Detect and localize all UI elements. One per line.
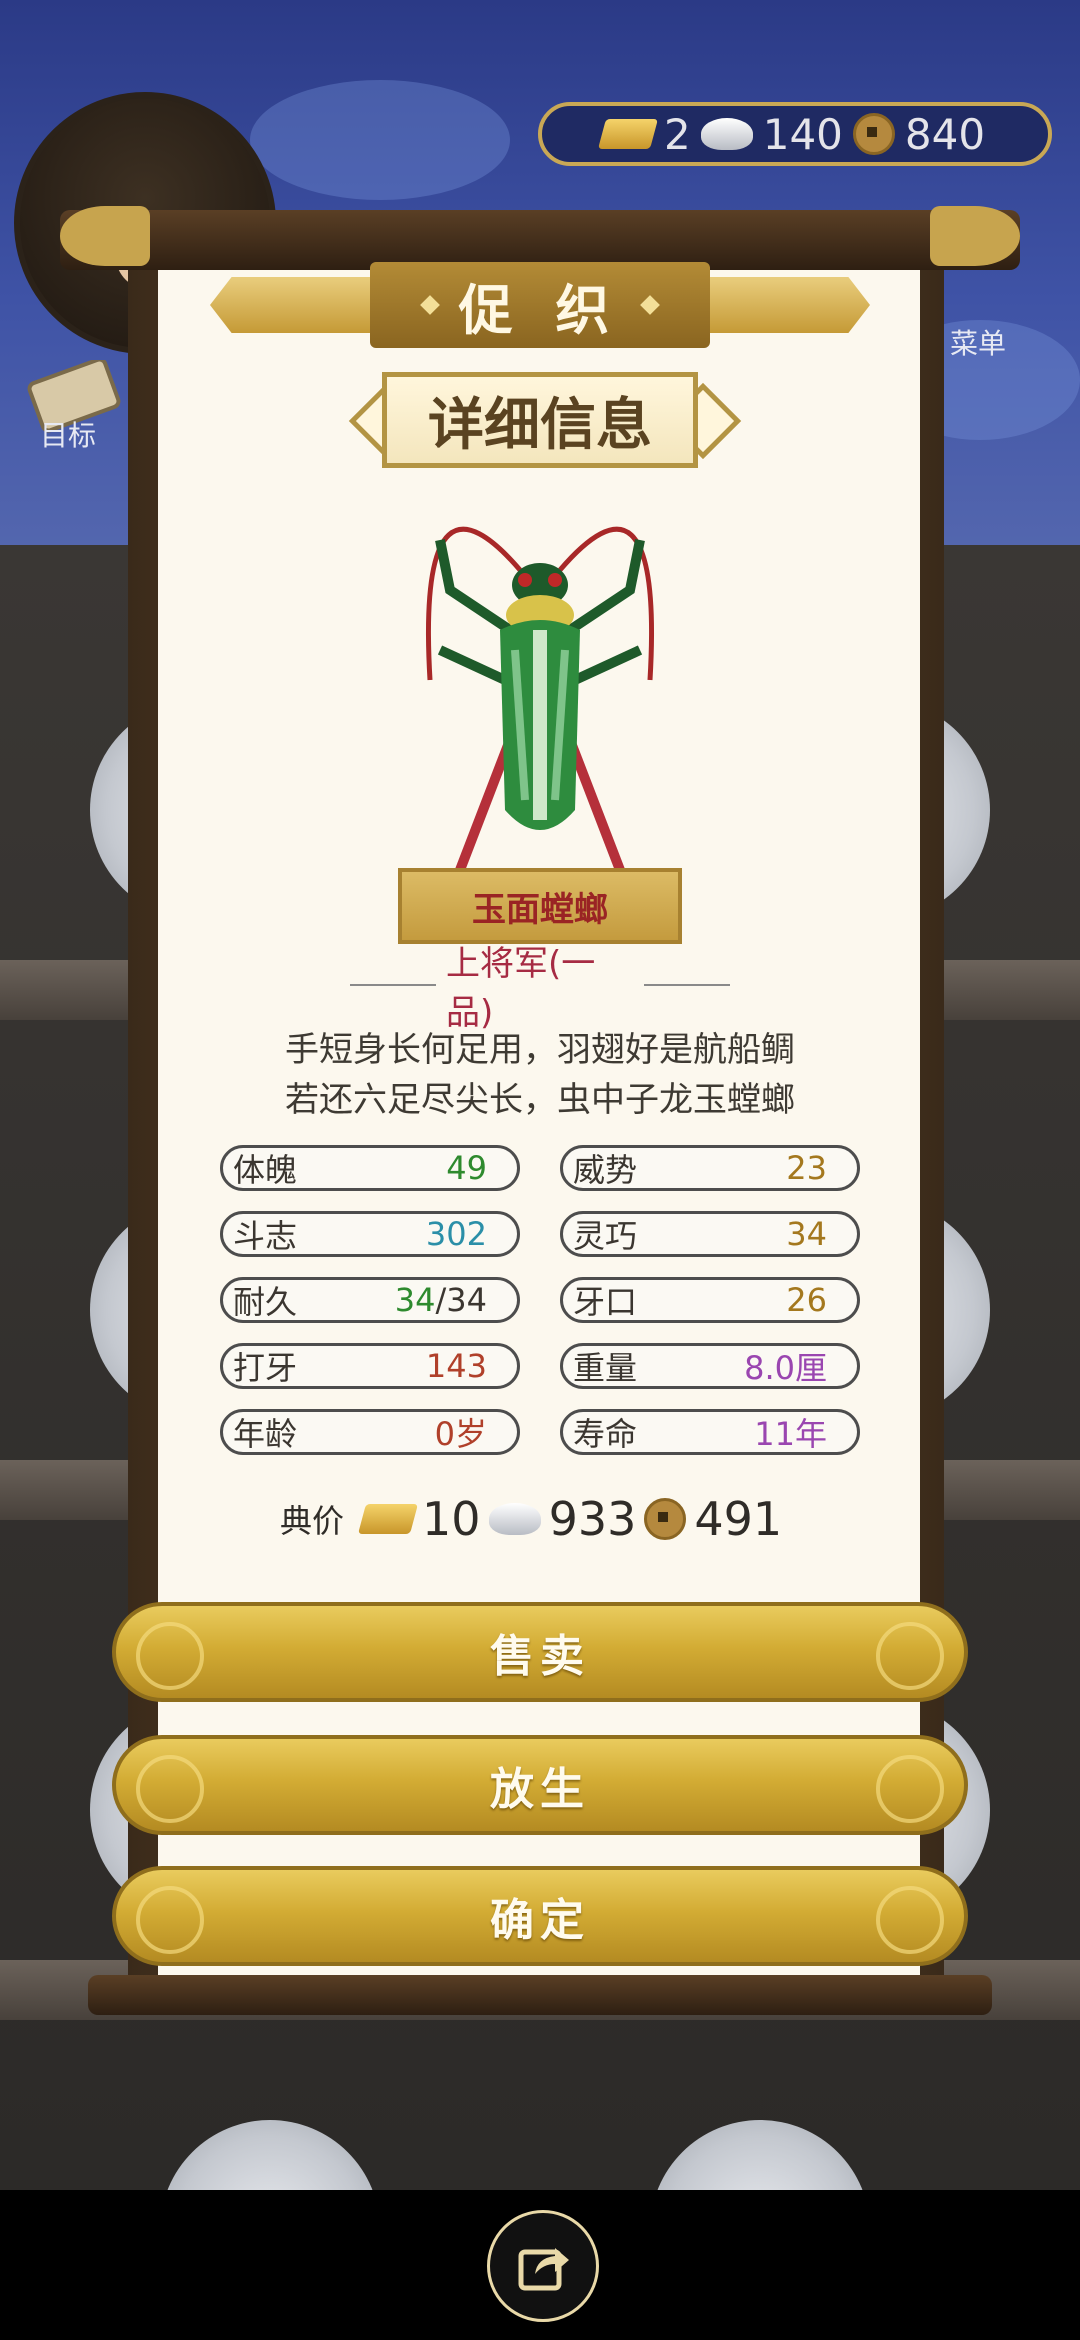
banner-wing-left	[210, 277, 390, 333]
rod-cap-right	[930, 206, 1020, 266]
silver-ingot-icon	[700, 118, 753, 150]
diamond-ornament	[640, 295, 661, 315]
button-ornament	[876, 1886, 944, 1954]
price-row: 典价 10 933 491	[280, 1484, 782, 1554]
copper-coin-icon	[852, 113, 895, 155]
price-label: 典价	[280, 1502, 345, 1540]
cloud-decoration	[250, 80, 510, 200]
button-ornament	[876, 1622, 944, 1690]
copper-coin-icon	[644, 1498, 687, 1540]
share-icon	[518, 2248, 569, 2291]
dialog-title-banner: 促 织	[210, 262, 870, 348]
button-ornament	[136, 1755, 204, 1823]
rank-line: 上将军(一品)	[350, 944, 730, 1033]
stat-agility: 灵巧 34	[560, 1211, 860, 1257]
stat-bite: 牙口 26	[560, 1277, 860, 1323]
stat-age: 年龄 0岁	[220, 1409, 520, 1455]
menu-label[interactable]: 菜单	[950, 322, 1006, 362]
silver-count: 140	[762, 109, 843, 159]
gold-ingot-icon	[357, 1504, 419, 1534]
insect-rank: 上将军(一品)	[446, 944, 596, 1033]
scroll-rod-bottom	[88, 1975, 992, 2015]
stat-weight: 重量 8.0厘	[560, 1343, 860, 1389]
button-ornament	[136, 1886, 204, 1954]
rank-divider	[350, 984, 437, 986]
stat-physique: 体魄 49	[220, 1145, 520, 1191]
target-label[interactable]: 目标	[40, 414, 96, 454]
poem-line-1: 手短身长何足用，羽翅好是航船鲷	[285, 1030, 795, 1070]
poem-line-2: 若还六足尽尖长，虫中子龙玉螳螂	[285, 1080, 795, 1120]
share-button[interactable]	[487, 2210, 599, 2322]
sell-button[interactable]: 售卖	[112, 1602, 968, 1702]
price-gold: 10	[422, 1492, 481, 1546]
section-header: 详细信息	[348, 372, 742, 468]
currency-bar: 2 140 840	[538, 102, 1052, 166]
dialog-title: 促 织	[370, 262, 710, 348]
gold-count: 2	[664, 109, 691, 159]
mantis-illustration	[425, 526, 655, 870]
scroll-rod-top	[60, 210, 1020, 270]
button-ornament	[136, 1622, 204, 1690]
stat-lifespan: 寿命 11年	[560, 1409, 860, 1455]
gold-ingot-icon	[597, 119, 659, 149]
stat-prestige: 威势 23	[560, 1145, 860, 1191]
rank-divider	[643, 984, 730, 986]
price-copper: 491	[694, 1492, 783, 1546]
section-title: 详细信息	[382, 372, 698, 468]
confirm-button[interactable]: 确定	[112, 1866, 968, 1966]
insect-name-plate: 玉面螳螂	[398, 868, 682, 944]
price-silver: 933	[548, 1492, 637, 1546]
copper-count: 840	[904, 109, 986, 159]
diamond-ornament	[419, 295, 440, 315]
silver-ingot-icon	[488, 1503, 541, 1535]
banner-wing-right	[690, 277, 870, 333]
button-ornament	[876, 1755, 944, 1823]
stat-durability: 耐久 34/34	[220, 1277, 520, 1323]
rod-cap-left	[60, 206, 150, 266]
stat-fighting-spirit: 斗志 302	[220, 1211, 520, 1257]
release-button[interactable]: 放生	[112, 1735, 968, 1835]
stat-strike: 打牙 143	[220, 1343, 520, 1389]
